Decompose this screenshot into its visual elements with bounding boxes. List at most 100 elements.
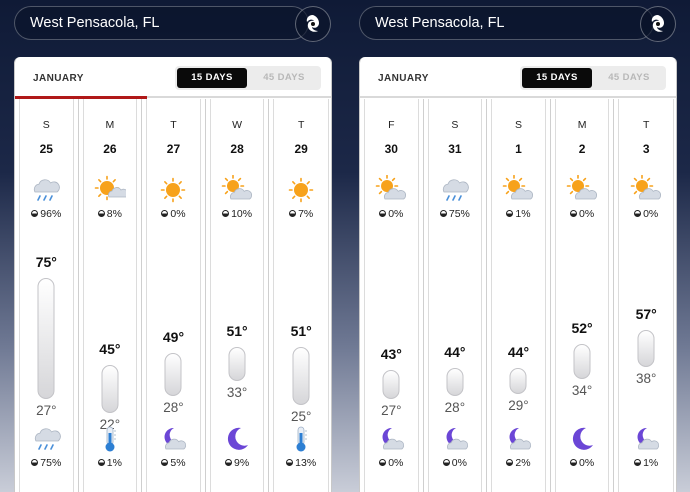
low-temp: 29° [508,397,529,413]
temp-range-bar [292,347,310,405]
day-precip: 0% [360,208,423,220]
night-precip-value: 1% [106,457,122,469]
day-of-week: S [451,119,459,131]
temp-range-bar [37,277,55,399]
tab-45-days[interactable]: 45 DAYS [249,68,319,88]
high-temp: 51° [226,323,248,340]
precip-drop-icon [224,459,232,466]
day-date: 27 [166,142,181,156]
night-precip: 13% [269,457,331,469]
day-date: 3 [642,142,650,156]
precip-drop-icon [222,210,230,217]
night-precip: 0% [360,457,423,469]
tab-15-days[interactable]: 15 DAYS [522,68,592,88]
moon-cloud-icon [440,424,470,454]
precip-drop-icon [97,210,105,217]
day-of-week: S [42,119,50,131]
tab-45-days[interactable]: 45 DAYS [594,68,664,88]
high-temp: 57° [635,305,657,322]
forecast-panel-left: West Pensacola, FL JANUARY 15 DAYS 45 DA… [0,0,345,492]
forecast-panel-right: West Pensacola, FL JANUARY 15 DAYS 45 DA… [345,0,690,492]
day-of-week: T [642,119,650,131]
precip-drop-icon [379,459,387,466]
precip-drop-icon [442,459,450,466]
day-of-week: S [514,119,522,131]
sunny-icon [285,175,317,205]
day-column[interactable]: M 26 8% 45° 22° 1% [79,99,143,492]
precip-value: 0% [388,208,404,220]
day-columns: F 30 0% 43° 27° 0% S 31 75% 44° 28° 0% S… [360,99,676,492]
precip-value: 0% [643,208,659,220]
day-column[interactable]: S 25 96% 75° 27° 75% [15,99,79,492]
day-of-week: F [388,119,395,131]
card-header: JANUARY 15 DAYS 45 DAYS [360,57,676,98]
sun-cloud-icon [566,174,598,205]
low-temp: 28° [163,399,184,415]
night-precip-value: 2% [515,457,531,469]
high-temp: 75° [35,253,57,270]
night-precip: 75% [15,457,78,469]
low-temp: 38° [635,370,657,386]
high-temp: 51° [290,323,312,340]
day-of-week: T [297,119,305,131]
rain-cloud-icon [439,175,471,205]
night-precip-value: 0% [451,457,467,469]
month-label: JANUARY [33,73,84,84]
night-precip: 2% [487,457,550,469]
hurricane-logo-button[interactable] [640,6,676,42]
cold-thermometer-icon [95,424,125,454]
night-precip: 0% [551,457,614,469]
location-search[interactable]: West Pensacola, FL [14,6,309,40]
hurricane-logo-button[interactable] [295,6,331,42]
low-temp: 33° [226,385,248,401]
location-search[interactable]: West Pensacola, FL [359,6,654,40]
cold-thermometer-icon [286,424,316,454]
night-precip: 1% [614,457,676,469]
high-temp: 49° [162,329,185,345]
moon-icon [222,424,252,454]
sun-cloud-icon [375,174,407,205]
high-temp: 43° [380,346,402,363]
day-column[interactable]: M 2 0% 52° 34° 0% [551,99,615,492]
moon-cloud-icon [376,424,406,454]
temp-range-bar [228,347,246,382]
high-temp: 52° [571,320,593,337]
day-column[interactable]: S 1 1% 44° 29° 2% [487,99,551,492]
day-column[interactable]: T 29 7% 51° 25° 13% [269,99,331,492]
day-date: 29 [294,142,308,156]
precip-drop-icon [31,459,39,466]
moon-cloud-icon [503,424,533,454]
card-header: JANUARY 15 DAYS 45 DAYS [15,57,331,99]
precip-value: 7% [298,208,314,220]
precip-drop-icon [31,210,39,217]
day-precip: 1% [487,208,550,220]
day-column[interactable]: T 27 0% 49° 28° 5% [142,99,206,492]
day-of-week: M [577,119,587,131]
precip-drop-icon [286,459,294,466]
low-temp: 28° [444,399,466,415]
precip-value: 96% [40,208,62,220]
night-precip-value: 13% [295,457,317,469]
precip-value: 10% [231,208,253,220]
tab-15-days[interactable]: 15 DAYS [177,68,247,88]
day-column[interactable]: F 30 0% 43° 27° 0% [360,99,424,492]
precip-drop-icon [506,210,514,217]
precip-value: 0% [170,208,186,220]
day-date: 30 [384,142,398,156]
day-column[interactable]: T 3 0% 57° 38° 1% [614,99,676,492]
temp-range-bar [446,367,464,396]
partly-sunny-icon [94,175,129,205]
day-column[interactable]: S 31 75% 44° 28° 0% [424,99,488,492]
forecast-card: JANUARY 15 DAYS 45 DAYS S 25 96% 75° 27°… [14,57,332,492]
day-column[interactable]: W 28 10% 51° 33° 9% [206,99,270,492]
moon-cloud-icon [631,424,661,454]
sun-cloud-icon [221,174,253,205]
sun-cloud-icon [502,174,534,205]
night-precip: 9% [206,457,269,469]
hurricane-icon [306,15,319,32]
precip-drop-icon [379,210,387,217]
precip-value: 0% [578,208,595,220]
day-precip: 0% [614,208,676,220]
temp-range-bar [164,353,182,396]
range-toggle: 15 DAYS 45 DAYS [175,66,321,90]
